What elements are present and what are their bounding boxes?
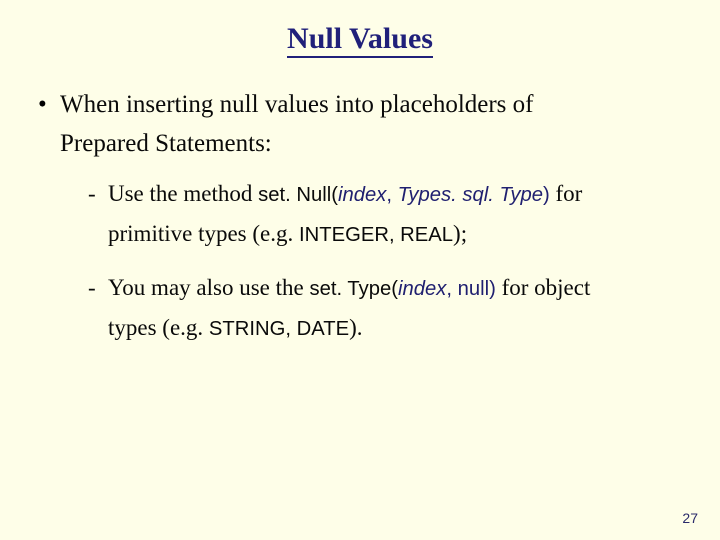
code-arg: index [338, 184, 386, 206]
slide: Null Values When inserting null values i… [0, 0, 720, 540]
t: ). [349, 315, 362, 340]
code: INTEGER, REAL [299, 224, 453, 246]
sub-item-2: You may also use the set. Type(index, nu… [88, 268, 692, 349]
page-number: 27 [682, 510, 698, 526]
sub-list: Use the method set. Null(index, Types. s… [60, 174, 692, 349]
bullet-text-line1: When inserting null values into placehol… [60, 91, 534, 118]
t: ); [453, 221, 467, 246]
bullet-text-line2: Prepared Statements: [60, 130, 272, 157]
t: for object [496, 275, 591, 300]
code-arg: null [458, 278, 490, 300]
bullet-item: When inserting null values into placehol… [38, 86, 692, 349]
code: ) [543, 184, 550, 206]
t: for [550, 181, 583, 206]
bullet-list: When inserting null values into placehol… [28, 86, 692, 349]
code: , [446, 278, 457, 300]
t: You may also use the [108, 275, 309, 300]
code-arg: index [398, 278, 446, 300]
code-arg: Types. sql. Type [398, 184, 543, 206]
sub-item-1: Use the method set. Null(index, Types. s… [88, 174, 692, 255]
code: set. Null( [258, 184, 338, 206]
slide-title: Null Values [28, 22, 692, 56]
code: set. Type( [309, 278, 397, 300]
t: types (e.g. [108, 315, 209, 340]
t: primitive types (e.g. [108, 221, 299, 246]
title-text: Null Values [287, 22, 433, 58]
t: Use the method [108, 181, 258, 206]
code: , [386, 184, 397, 206]
code: ) [489, 278, 496, 300]
code: STRING, DATE [209, 318, 349, 340]
